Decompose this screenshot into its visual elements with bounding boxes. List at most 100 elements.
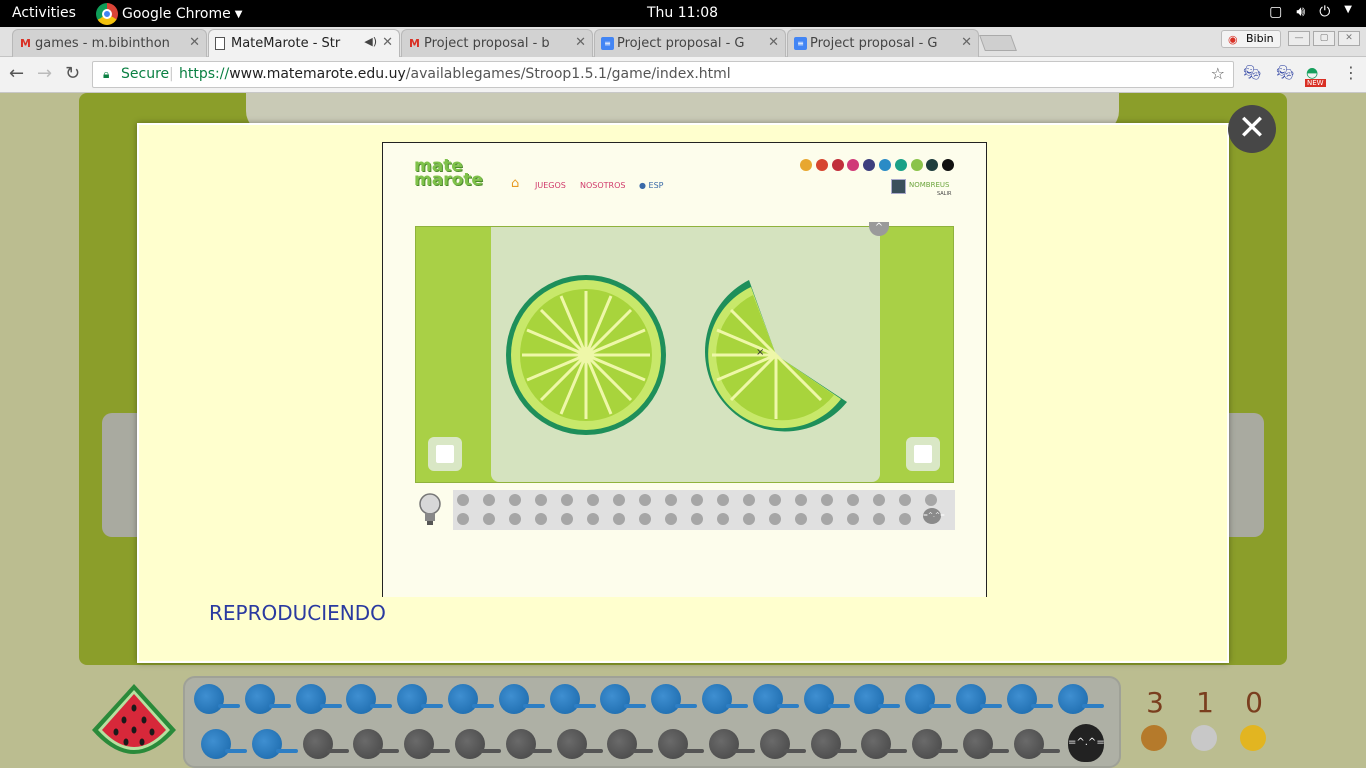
mask-icon[interactable]: 🎭︎	[1243, 65, 1261, 81]
yarn-thread	[827, 704, 850, 708]
app-menu[interactable]: Google Chrome ▼	[96, 3, 242, 25]
yarn-thread	[675, 704, 698, 708]
mask-icon[interactable]: 🎭︎	[1276, 65, 1294, 81]
nav-language: ● ESP	[639, 181, 664, 190]
tutorial-video[interactable]: mate marote ⌂ JUEGOS NOSOTROS ● ESP NOMB…	[382, 142, 987, 597]
close-icon[interactable]: ✕	[575, 35, 586, 50]
bronze-medal-icon	[1141, 725, 1167, 751]
close-icon[interactable]: ✕	[382, 35, 393, 50]
yarn-thread	[275, 749, 298, 753]
yarn-thread	[225, 749, 247, 753]
maximize-button[interactable]: ▢	[1313, 31, 1335, 46]
menu-icon[interactable]: ⋮	[1343, 63, 1359, 82]
mini-yarn-icon	[457, 494, 469, 506]
new-badge: NEW	[1305, 79, 1326, 87]
mini-yarn-icon	[717, 513, 729, 525]
close-icon[interactable]: ✕	[189, 35, 200, 50]
secure-label[interactable]: Secure	[121, 66, 169, 82]
yarn-ball-icon	[505, 729, 536, 759]
reload-icon[interactable]: ↻	[65, 63, 80, 84]
yarn-ball-icon	[404, 729, 435, 759]
nav-juegos: JUEGOS	[535, 181, 566, 190]
yarn-ball-icon	[803, 684, 834, 714]
mini-yarn-icon	[639, 513, 651, 525]
volume-icon[interactable]: 🔊︎	[1296, 4, 1305, 20]
yarn-thread	[878, 704, 901, 708]
system-tray[interactable]: ▢ 🔊︎ ⏻ ▼	[1269, 4, 1352, 20]
forward-icon[interactable]: →	[37, 63, 52, 84]
mini-yarn-icon	[691, 494, 703, 506]
yarn-thread	[631, 749, 654, 753]
close-modal-button[interactable]: ✕	[1228, 105, 1276, 153]
tab-title: Project proposal - b	[424, 36, 550, 51]
clock[interactable]: Thu 11:08	[647, 5, 718, 21]
palette-color-dot	[910, 159, 923, 171]
mini-yarn-icon	[847, 513, 859, 525]
tab-docs-proposal-1[interactable]: ≡ Project proposal - G ✕	[594, 29, 786, 57]
docs-icon: ≡	[794, 37, 807, 50]
yarn-ball-icon	[244, 684, 275, 714]
gmail-icon: M	[409, 37, 420, 50]
yarn-thread	[326, 749, 349, 753]
tab-matemarote[interactable]: MateMarote - Str ◀) ✕	[208, 29, 400, 57]
yarn-ball-icon	[658, 729, 689, 759]
lime-whole-icon	[506, 275, 666, 435]
tab-gmail-proposal[interactable]: M Project proposal - b ✕	[401, 29, 593, 57]
left-key-icon	[428, 437, 462, 471]
watermelon-icon	[92, 684, 176, 754]
mini-yarn-icon	[795, 513, 807, 525]
mini-yarn-icon	[873, 513, 885, 525]
tab-title: Project proposal - G	[810, 36, 938, 51]
chevron-down-icon[interactable]: ▼	[1344, 4, 1352, 20]
yarn-thread	[573, 704, 596, 708]
playing-status: REPRODUCIENDO	[209, 601, 386, 625]
right-key-icon	[906, 437, 940, 471]
window-close-button[interactable]: ✕	[1338, 31, 1360, 46]
palette-color-dot	[815, 159, 828, 171]
tab-title: games - m.bibinthon	[35, 36, 170, 51]
lock-icon[interactable]: 🔒︎	[103, 67, 109, 82]
yarn-thread	[472, 704, 494, 708]
window-icon[interactable]: ▢	[1269, 4, 1282, 20]
close-icon[interactable]: ✕	[768, 35, 779, 50]
yarn-thread	[783, 749, 806, 753]
close-icon[interactable]: ✕	[961, 35, 972, 50]
yarn-ball-icon	[956, 684, 986, 714]
mini-yarn-icon	[821, 513, 833, 525]
yarn-thread	[580, 749, 603, 753]
tab-gmail-games[interactable]: M games - m.bibinthon ✕	[12, 29, 207, 57]
user-name: NOMBREUS	[909, 181, 950, 189]
address-bar[interactable]: 🔒︎ Secure | https://www.matemarote.edu.u…	[92, 61, 1234, 88]
yarn-ball-icon	[556, 729, 587, 759]
matemarote-logo: mate marote	[414, 156, 483, 190]
divider: |	[169, 66, 174, 82]
center-cross: ×	[756, 347, 765, 358]
back-icon[interactable]: ←	[9, 63, 24, 84]
browser-toolbar: ← → ↻ 🔒︎ Secure | https://www.matemarote…	[0, 57, 1366, 93]
yarn-thread	[682, 749, 705, 753]
tab-docs-proposal-2[interactable]: ≡ Project proposal - G ✕	[787, 29, 979, 57]
url-text[interactable]: https://www.matemarote.edu.uy/availableg…	[179, 66, 731, 82]
yarn-thread	[936, 749, 959, 753]
activities-button[interactable]: Activities	[12, 5, 76, 21]
profile-button[interactable]: ◉ Bibin	[1221, 30, 1281, 48]
bookmark-star-icon[interactable]: ☆	[1211, 64, 1225, 83]
mini-yarn-icon	[899, 494, 911, 506]
page-icon	[215, 37, 225, 50]
url-scheme: https://	[179, 66, 230, 82]
yarn-thread	[370, 704, 393, 708]
yarn-thread	[929, 704, 952, 708]
minimize-button[interactable]: —	[1288, 31, 1310, 46]
yarn-ball-icon	[912, 729, 943, 759]
new-tab-button[interactable]	[979, 35, 1017, 51]
nav-nosotros: NOSOTROS	[580, 181, 626, 190]
mini-yarn-icon	[561, 513, 573, 525]
speaker-icon[interactable]: ◀)	[364, 35, 377, 48]
tab-strip: M games - m.bibinthon ✕ MateMarote - Str…	[0, 27, 1366, 57]
yarn-ball-icon	[1006, 684, 1037, 714]
yarn-thread	[529, 749, 552, 753]
game-stage: × ^	[415, 222, 954, 483]
gold-score: 0	[1245, 686, 1263, 719]
power-icon[interactable]: ⏻	[1319, 4, 1330, 20]
lime-cut-icon	[705, 280, 847, 432]
